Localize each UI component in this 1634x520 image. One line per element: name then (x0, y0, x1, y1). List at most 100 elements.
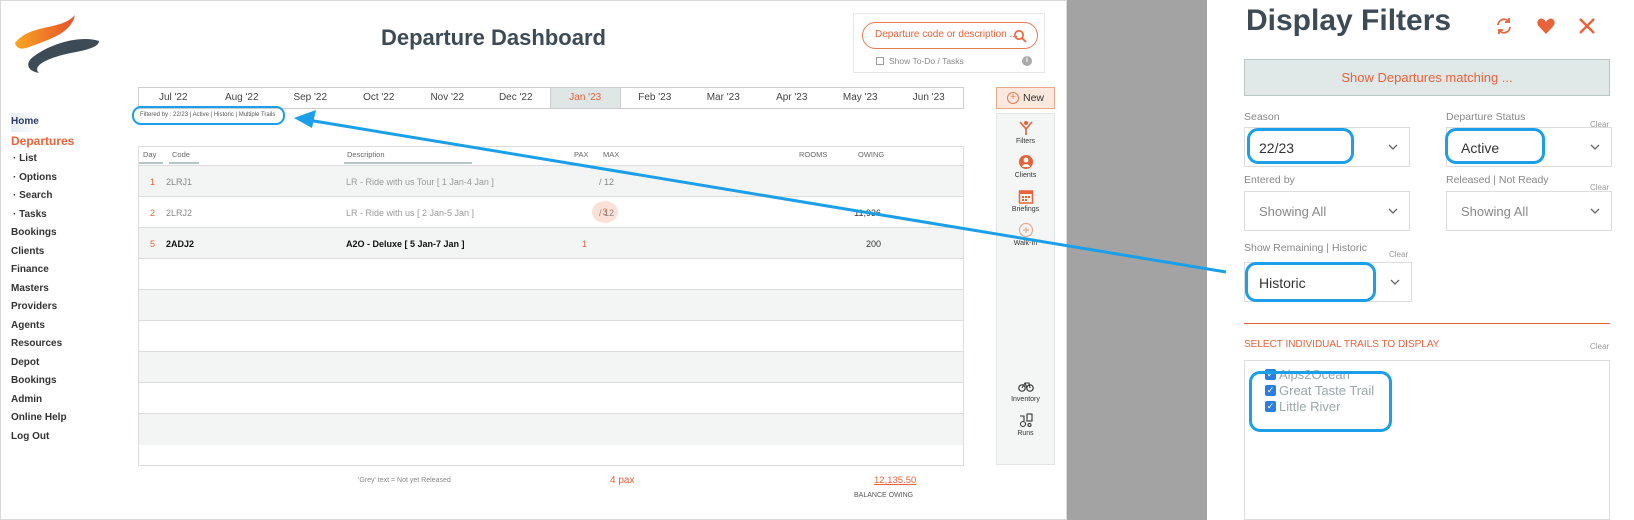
sidebar-item-home[interactable]: Home (11, 113, 41, 132)
month-tab[interactable]: Apr '23 (758, 88, 827, 108)
todo-checkbox[interactable] (876, 57, 884, 65)
status-highlight (1445, 128, 1545, 164)
status-label: Departure Status (1446, 111, 1526, 123)
month-tab[interactable]: May '23 (826, 88, 895, 108)
month-tab[interactable]: Jul '22 (139, 88, 208, 108)
sidebar-item-departures[interactable]: Departures (11, 132, 111, 151)
row-day: 5 (150, 239, 156, 249)
month-tab[interactable]: Jan '23 (550, 88, 621, 108)
filters-tool[interactable]: Filters (997, 120, 1054, 145)
sidebar-item-masters[interactable]: Masters (11, 280, 111, 299)
close-icon[interactable] (1577, 16, 1597, 36)
col-underline (139, 162, 163, 164)
col-header-max: MAX (603, 150, 620, 159)
table-row[interactable]: 2 2LRJ2 LR - Ride with us [ 2 Jan-5 Jan ] 3… (139, 196, 963, 228)
month-tab[interactable]: Sep '22 (276, 88, 345, 108)
search-panel: Departure code or description ... Show T… (853, 13, 1045, 73)
sidebar-item-online-help[interactable]: Online Help (11, 409, 111, 428)
briefings-tool[interactable]: Briefings (997, 188, 1054, 213)
filter-summary: Filtered by : 22/23 | Active | Historic … (132, 106, 285, 125)
released-select[interactable]: Showing All (1446, 191, 1612, 231)
sidebar-item-depot[interactable]: Depot (11, 354, 111, 373)
trails-clear-link[interactable]: Clear (1590, 342, 1609, 351)
sidebar-item-bookings[interactable]: Bookings (11, 372, 111, 391)
month-tab[interactable]: Feb '23 (621, 88, 690, 108)
sidebar-item-bookings[interactable]: Bookings (11, 224, 111, 243)
row-owing: 11,936 (854, 208, 881, 218)
refresh-icon[interactable] (1494, 16, 1514, 36)
sidebar-item-agents[interactable]: Agents (11, 317, 111, 336)
todo-toggle[interactable]: Show To-Do / Tasks (876, 56, 964, 66)
remaining-clear-link[interactable]: Clear (1389, 250, 1408, 259)
sidebar-item-clients[interactable]: Clients (11, 243, 111, 262)
row-max: / 12 (599, 177, 615, 187)
show-departures-button[interactable]: Show Departures matching ... (1244, 59, 1610, 96)
runs-tool[interactable]: Runs (997, 412, 1054, 437)
table-row (139, 289, 963, 321)
trails-heading: SELECT INDIVIDUAL TRAILS TO DISPLAY (1244, 339, 1440, 350)
footer-balance[interactable]: 12,135.50 (874, 475, 916, 486)
month-tab[interactable]: Mar '23 (689, 88, 758, 108)
table-row (139, 413, 963, 445)
table-row (139, 320, 963, 352)
sidebar-item-tasks[interactable]: Tasks (11, 206, 111, 225)
info-icon[interactable]: i (1022, 56, 1032, 66)
month-tab[interactable]: Jun '23 (895, 88, 964, 108)
filter-people-icon (1018, 121, 1033, 135)
briefings-tool-label: Briefings (1011, 206, 1040, 213)
remaining-label: Show Remaining | Historic (1244, 242, 1367, 254)
month-tab[interactable]: Oct '22 (345, 88, 414, 108)
month-tab[interactable]: Aug '22 (208, 88, 277, 108)
row-code: 2ADJ2 (166, 239, 195, 249)
heart-icon[interactable] (1536, 16, 1556, 36)
table-row[interactable]: 1 2LRJ1 LR - Ride with us Tour [ 1 Jan-4 J… (139, 165, 963, 197)
todo-label: Show To-Do / Tasks (889, 56, 964, 66)
sidebar-item-resources[interactable]: Resources (11, 335, 111, 354)
walkin-tool-label: Walk-In (1013, 240, 1038, 247)
chevron-down-icon (1390, 279, 1400, 285)
sidebar-item-admin[interactable]: Admin (11, 391, 111, 410)
footer-note: 'Grey' text = Not yet Released (358, 477, 451, 484)
panel-title: Display Filters (1246, 4, 1452, 37)
col-header-code[interactable]: Code (172, 150, 190, 159)
filters-tool-label: Filters (1015, 138, 1036, 145)
season-highlight (1247, 128, 1354, 164)
entered-by-select[interactable]: Showing All (1244, 191, 1410, 231)
col-header-owing: OWING (858, 150, 885, 159)
month-tab[interactable]: Dec '22 (482, 88, 551, 108)
footer-pax-total: 4 pax (610, 475, 635, 486)
bicycle-icon (1017, 382, 1034, 392)
company-logo[interactable] (11, 13, 103, 75)
month-tab[interactable]: Nov '22 (413, 88, 482, 108)
side-toolbar: Filters Clients Briefings Walk-In Invent… (996, 113, 1055, 465)
row-day: 1 (150, 177, 156, 187)
sidebar-item-providers[interactable]: Providers (11, 298, 111, 317)
released-value: Showing All (1461, 204, 1529, 219)
background-gap (1067, 0, 1207, 520)
col-header-description[interactable]: Description (347, 150, 385, 159)
sidebar-item-options[interactable]: Options (11, 169, 111, 188)
sidebar-item-finance[interactable]: Finance (11, 261, 111, 280)
col-header-day[interactable]: Day (143, 150, 156, 159)
col-underline (344, 162, 472, 164)
display-filters-panel: Display Filters Show Departures matching… (1207, 0, 1634, 520)
inventory-tool[interactable]: Inventory (997, 378, 1054, 403)
new-button[interactable]: + New (996, 87, 1055, 109)
page-title: Departure Dashboard (381, 25, 606, 50)
trails-divider (1244, 323, 1610, 324)
remaining-highlight (1245, 262, 1376, 302)
walkin-tool[interactable]: Walk-In (997, 222, 1054, 247)
search-input[interactable]: Departure code or description ... (862, 22, 1038, 49)
runs-tool-label: Runs (1017, 430, 1034, 437)
sidebar-item-log-out[interactable]: Log Out (11, 428, 111, 447)
row-day: 2 (150, 208, 156, 218)
table-row[interactable]: 5 2ADJ2 A2O - Deluxe [ 5 Jan-7 Jan ] 1 200 (139, 227, 963, 259)
sidebar-item-search[interactable]: Search (11, 187, 111, 206)
sidebar-item-list[interactable]: List (11, 150, 111, 169)
row-owing: 200 (865, 239, 881, 249)
row-pax: 1 (582, 239, 588, 249)
row-description: LR - Ride with us Tour [ 1 Jan-4 Jan ] (346, 177, 494, 187)
clients-tool[interactable]: Clients (997, 154, 1054, 179)
search-icon[interactable] (1013, 29, 1027, 43)
walk-in-icon (1018, 222, 1033, 238)
